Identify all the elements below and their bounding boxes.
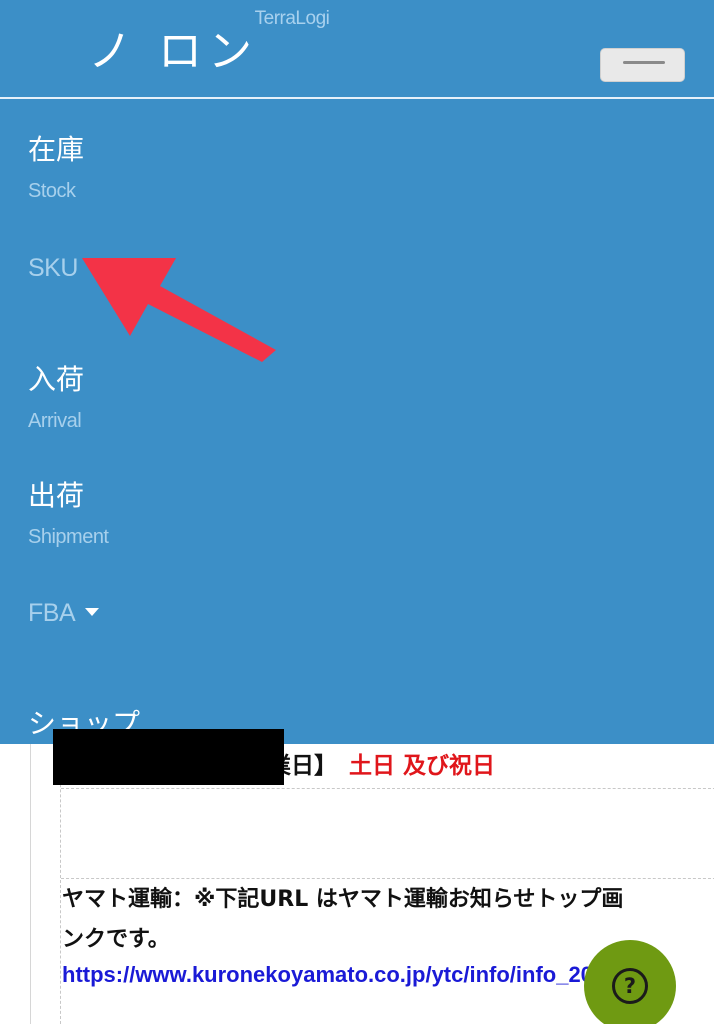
nav-item-label: FBA <box>28 599 76 627</box>
help-question-icon: ? <box>612 968 648 1004</box>
menu-toggle-button[interactable] <box>600 48 685 82</box>
nav-item-stock[interactable]: 在庫 Stock <box>28 133 84 203</box>
dashed-divider <box>61 878 714 879</box>
nav-item-sublabel: Arrival <box>28 410 82 432</box>
help-button[interactable]: ? <box>584 940 676 1024</box>
nav-item-shipment[interactable]: 出荷 Shipment <box>28 479 109 549</box>
caret-down-icon <box>85 608 100 617</box>
nav-item-fba[interactable]: FBA <box>28 598 100 628</box>
nav-item-sku[interactable]: SKU <box>28 253 78 283</box>
nav-item-label: 出荷 <box>28 479 85 512</box>
nav-item-label: 在庫 <box>28 133 85 166</box>
brand-logo-text[interactable]: ノ ロン <box>88 22 258 72</box>
nav-item-arrival[interactable]: 入荷 Arrival <box>28 363 84 433</box>
nav-item-label: 入荷 <box>28 363 85 396</box>
yamato-notice-line: ヤマト運輸：※下記URL はヤマト運輸お知らせトップ画 <box>62 887 624 912</box>
hamburger-icon <box>623 61 665 64</box>
annotation-arrow-icon <box>82 258 276 362</box>
content-rail <box>30 744 31 1024</box>
holiday-notice: 業日】 土日 及び祝日 <box>268 748 495 784</box>
nav-item-sublabel: Stock <box>28 180 76 202</box>
nav-drawer: TerraLogi ノ ロン 在庫 Stock SKU 入荷 Arrival 出… <box>0 0 714 744</box>
holiday-value: 土日 及び祝日 <box>349 753 496 779</box>
dashed-divider <box>61 788 714 789</box>
app-screen: TerraLogi ノ ロン 在庫 Stock SKU 入荷 Arrival 出… <box>0 0 714 1024</box>
header-divider <box>0 97 714 99</box>
redaction-block <box>53 729 284 785</box>
nav-item-sublabel: Shipment <box>28 526 109 548</box>
annotation-arrow-shape <box>82 258 276 362</box>
